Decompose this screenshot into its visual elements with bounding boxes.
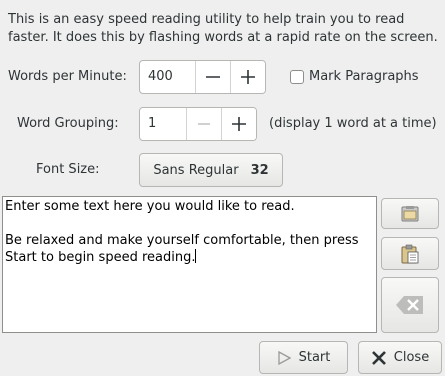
text-line-4: Start to begin speed reading. — [5, 250, 196, 265]
font-size-label: Font Size: — [36, 162, 100, 177]
close-icon — [371, 350, 386, 365]
mark-paragraphs-checkbox[interactable] — [290, 70, 304, 84]
play-icon — [277, 350, 291, 365]
word-grouping-label: Word Grouping: — [17, 116, 119, 131]
word-grouping-spinbutton[interactable]: 1 — [139, 107, 257, 141]
clear-button[interactable] — [381, 277, 439, 333]
text-cursor — [195, 249, 197, 263]
start-label: Start — [298, 350, 331, 365]
text-input-area[interactable]: Enter some text here you would like to r… — [2, 196, 377, 333]
wpm-decrease-button[interactable] — [195, 61, 230, 93]
wpm-label: Words per Minute: — [8, 69, 127, 84]
text-line-3: Be relaxed and make yourself comfortable… — [5, 233, 359, 248]
copy-button[interactable] — [381, 198, 439, 229]
copy-icon — [401, 205, 419, 221]
close-button[interactable]: Close — [358, 341, 442, 374]
text-line-2 — [5, 215, 376, 232]
plus-icon — [232, 117, 246, 131]
word-grouping-value[interactable]: 1 — [140, 108, 186, 140]
word-grouping-decrease-button — [186, 108, 221, 140]
start-button[interactable]: Start — [259, 341, 348, 374]
wpm-value[interactable]: 400 — [140, 61, 195, 93]
mark-paragraphs-label[interactable]: Mark Paragraphs — [309, 67, 419, 87]
intro-text: This is an easy speed reading utility to… — [8, 12, 438, 45]
minus-icon — [198, 123, 210, 125]
font-chooser-button[interactable]: Sans Regular 32 — [139, 153, 283, 187]
font-size-value: 32 — [250, 162, 269, 178]
paste-icon — [401, 244, 419, 263]
plus-icon — [241, 70, 255, 84]
word-grouping-increase-button[interactable] — [221, 108, 256, 140]
wpm-spinbutton[interactable]: 400 — [139, 60, 266, 94]
minus-icon — [206, 76, 220, 78]
font-name: Sans Regular — [153, 162, 239, 178]
word-grouping-note: (display 1 word at a time) — [269, 116, 437, 131]
text-line-1: Enter some text here you would like to r… — [5, 199, 295, 214]
wpm-increase-button[interactable] — [230, 61, 265, 93]
close-label: Close — [393, 350, 430, 365]
clear-icon — [396, 296, 423, 314]
paste-button[interactable] — [381, 237, 439, 270]
